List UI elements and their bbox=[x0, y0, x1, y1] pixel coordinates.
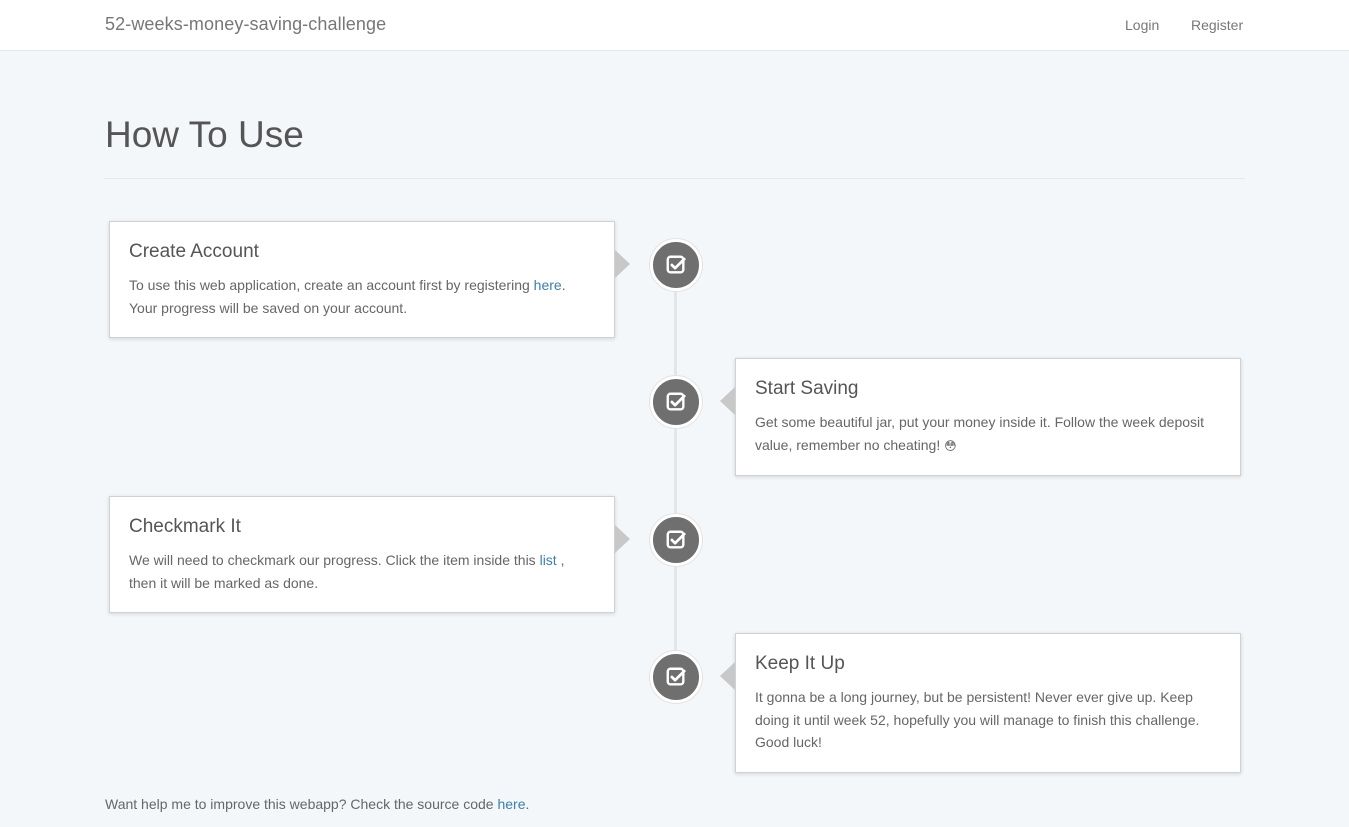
footer-text: Want help me to improve this webapp? Che… bbox=[105, 796, 530, 812]
login-link[interactable]: Login bbox=[1125, 17, 1159, 33]
source-code-link[interactable]: here bbox=[497, 796, 525, 812]
step-description: It gonna be a long journey, but be persi… bbox=[755, 689, 1200, 750]
timeline-panel-checkmark-it: Checkmark It We will need to checkmark o… bbox=[109, 496, 630, 613]
step-title: Keep It Up bbox=[755, 653, 845, 674]
flushed-face-emoji: 😳 bbox=[944, 438, 957, 453]
check-square-icon bbox=[650, 651, 702, 703]
timeline-panel-keep-it-up: Keep It Up It gonna be a long journey, b… bbox=[720, 633, 1241, 773]
step-description: To use this web application, create an a… bbox=[129, 277, 566, 316]
register-link[interactable]: Register bbox=[1191, 17, 1243, 33]
timeline-line bbox=[674, 266, 677, 678]
header-divider bbox=[104, 178, 1245, 179]
list-link[interactable]: list bbox=[540, 552, 557, 568]
step-title: Checkmark It bbox=[129, 516, 241, 537]
timeline-panel-create-account: Create Account To use this web applicati… bbox=[109, 221, 630, 338]
step-description: We will need to checkmark our progress. … bbox=[129, 552, 565, 591]
page-title: How To Use bbox=[105, 114, 304, 155]
timeline-panel-start-saving: Start Saving Get some beautiful jar, put… bbox=[720, 358, 1241, 476]
step-title: Create Account bbox=[129, 241, 259, 262]
check-square-icon bbox=[650, 514, 702, 566]
navbar: 52-weeks-money-saving-challenge Login Re… bbox=[0, 0, 1349, 51]
step-description: Get some beautiful jar, put your money i… bbox=[755, 414, 1205, 453]
brand-link[interactable]: 52-weeks-money-saving-challenge bbox=[105, 14, 386, 35]
check-square-icon bbox=[650, 376, 702, 428]
check-square-icon bbox=[650, 239, 702, 291]
step-title: Start Saving bbox=[755, 378, 859, 399]
register-here-link[interactable]: here bbox=[534, 277, 562, 293]
